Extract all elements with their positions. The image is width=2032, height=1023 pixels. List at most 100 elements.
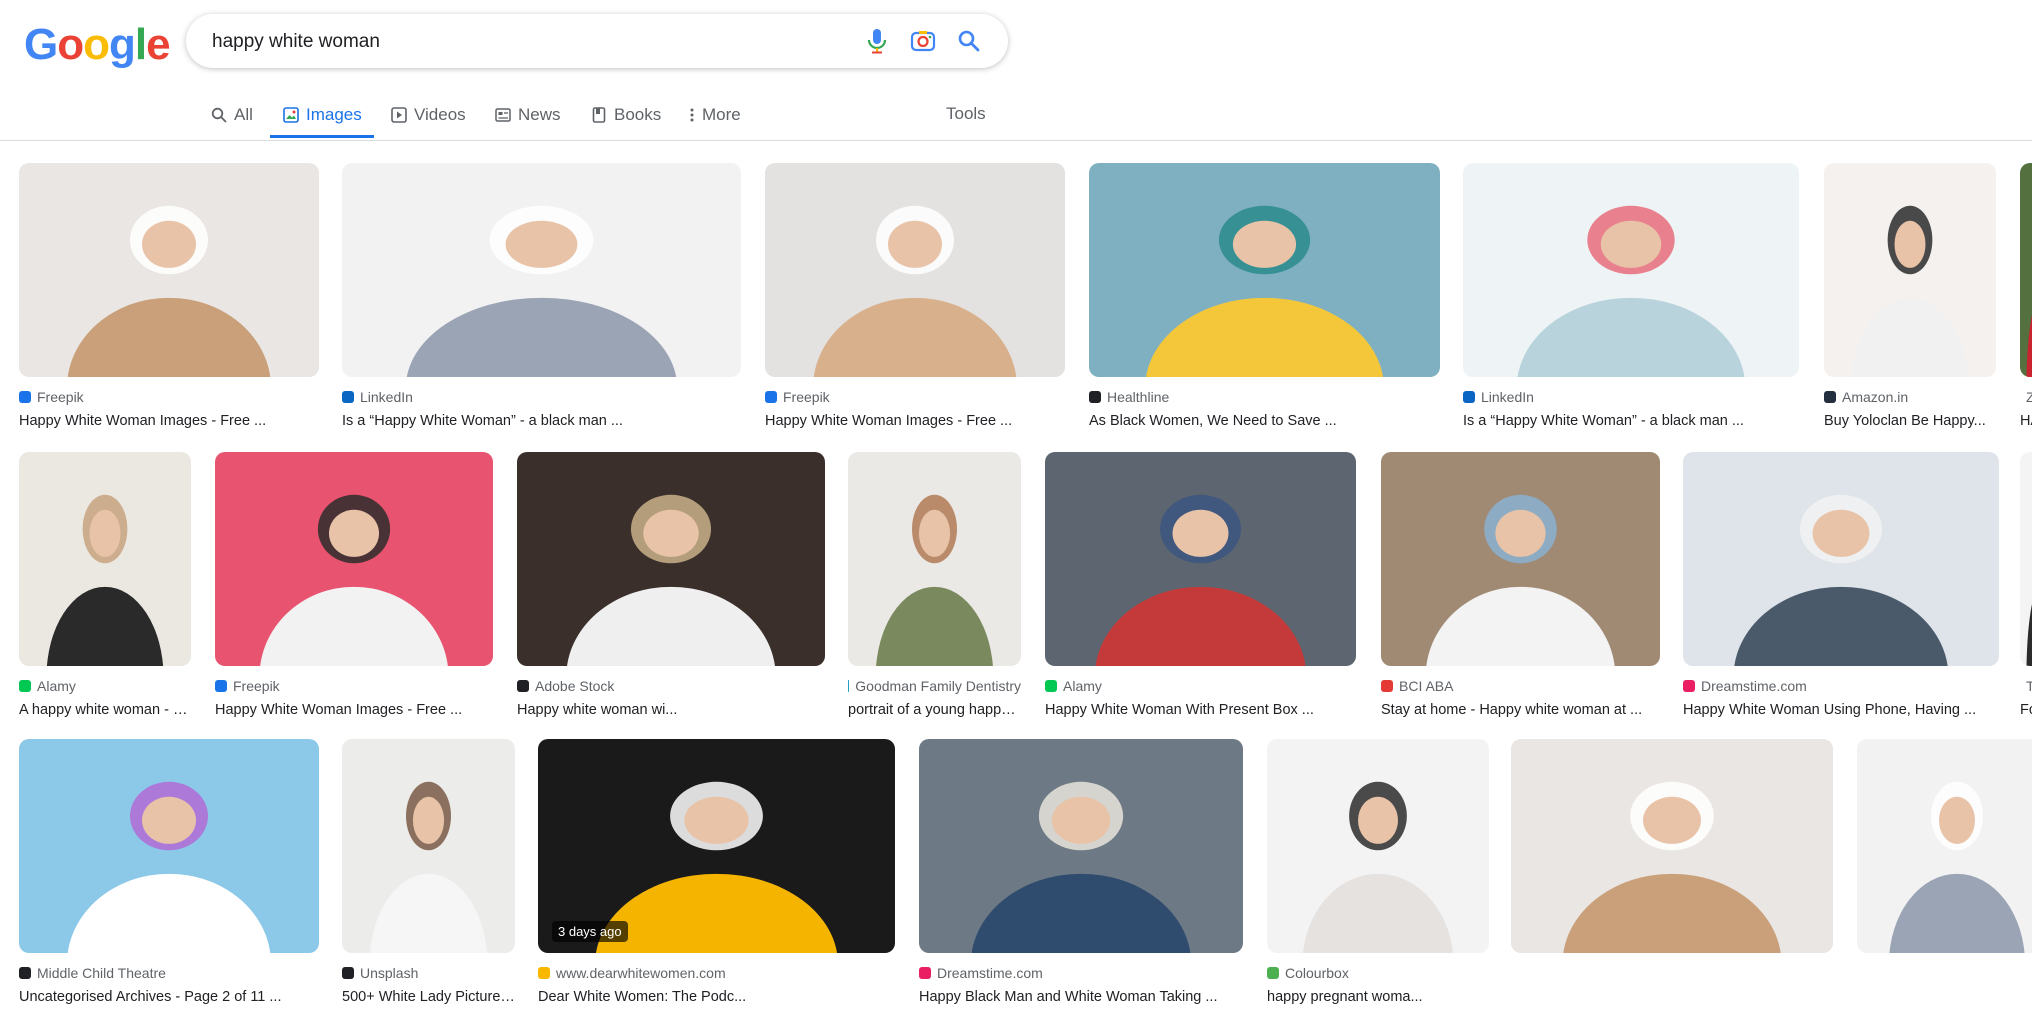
result-source[interactable]: Unsplash [342, 965, 418, 981]
image-result-card[interactable]: Colourbox happy pregnant woma... [1267, 739, 1489, 1023]
image-result-card[interactable]: Goodman Family Dentistry portrait of a yo… [848, 452, 1021, 736]
result-thumbnail[interactable] [19, 163, 319, 377]
image-result-card[interactable]: Middle Child Theatre Uncategorised Archiv… [19, 739, 319, 1023]
result-source[interactable]: Twitter [2020, 678, 2032, 694]
result-thumbnail[interactable] [19, 739, 319, 953]
result-source[interactable]: Healthline [1089, 389, 1169, 405]
result-source[interactable]: Freepik [19, 389, 84, 405]
result-source[interactable]: BCI ABA [1381, 678, 1453, 694]
result-title[interactable]: Happy White Woman Images - Free ... [19, 413, 319, 429]
result-source[interactable]: Adobe Stock [517, 678, 614, 694]
tab-videos[interactable]: Videos [390, 94, 466, 138]
tab-images[interactable]: Images [270, 94, 374, 138]
result-title[interactable]: Happy white woman wi... [517, 702, 825, 718]
image-result-card[interactable] [1511, 739, 1833, 1023]
result-title[interactable]: happy pregnant woma... [1267, 989, 1489, 1005]
result-source[interactable]: Dreamstime.com [1683, 678, 1807, 694]
tools-button[interactable]: Tools [946, 104, 986, 124]
image-result-card[interactable]: 3 days ago www.dearwhitewomen.com Dear Whi… [538, 739, 895, 1023]
result-source[interactable]: www.dearwhitewomen.com [538, 965, 726, 981]
search-input[interactable] [210, 26, 814, 58]
image-result-card[interactable]: Healthline As Black Women, We Need to Sav… [1089, 163, 1440, 447]
search-icon[interactable] [954, 26, 984, 56]
result-source[interactable]: Colourbox [1267, 965, 1349, 981]
result-source[interactable]: Freepik [765, 389, 830, 405]
image-result-card[interactable]: Dreamstime.com Happy White Woman Using Ph… [1683, 452, 1999, 736]
result-thumbnail[interactable] [1511, 739, 1833, 953]
camera-lens-icon[interactable] [908, 26, 938, 56]
result-thumbnail[interactable] [517, 452, 825, 666]
result-source[interactable]: Middle Child Theatre [19, 965, 166, 981]
image-result-card[interactable]: Unsplash 500+ White Lady Pictures | Downl… [342, 739, 515, 1023]
image-result-card[interactable]: Alamy A happy white woman - a missionary … [19, 452, 191, 736]
image-result-card[interactable]: Freepik Happy White Woman Images - Free .… [215, 452, 493, 736]
logo-letter: g [109, 20, 136, 69]
image-result-card[interactable]: Dreamstime.com Happy Black Man and White … [919, 739, 1243, 1023]
tab-books[interactable]: Books [590, 94, 661, 138]
image-result-card[interactable]: Freepik Happy White Woman Images - Free .… [765, 163, 1065, 447]
tab-news[interactable]: News [494, 94, 561, 138]
result-thumbnail[interactable] [1381, 452, 1660, 666]
result-title[interactable]: portrait of a young happy woman smiling … [848, 702, 1021, 718]
logo-letter: l [134, 20, 147, 69]
result-thumbnail[interactable] [342, 739, 515, 953]
result-title[interactable]: Uncategorised Archives - Page 2 of 11 ..… [19, 989, 319, 1005]
result-thumbnail[interactable] [1267, 739, 1489, 953]
result-thumbnail[interactable] [19, 452, 191, 666]
result-title[interactable]: Fco. J. Contreras Twitt... [2020, 702, 2032, 718]
result-source[interactable]: Alamy [19, 678, 76, 694]
google-logo[interactable]: Google [24, 20, 171, 70]
result-title[interactable]: Happy White Woman With Present Box ... [1045, 702, 1356, 718]
result-thumbnail[interactable] [1045, 452, 1356, 666]
image-result-card[interactable]: Freepik Happy White Woman Images - Free .… [19, 163, 319, 447]
result-thumbnail[interactable] [765, 163, 1065, 377]
result-thumbnail[interactable] [2020, 163, 2032, 377]
image-result-card[interactable] [1857, 739, 2032, 1023]
result-title[interactable]: As Black Women, We Need to Save ... [1089, 413, 1440, 429]
tab-all[interactable]: All [210, 94, 253, 138]
result-thumbnail[interactable] [848, 452, 1021, 666]
result-title[interactable]: Stay at home - Happy white woman at ... [1381, 702, 1660, 718]
result-source-name: BCI ABA [1399, 678, 1454, 694]
result-thumbnail[interactable] [215, 452, 493, 666]
result-source[interactable]: Amazon.in [1824, 389, 1908, 405]
result-title[interactable]: Happy Black Man and White Woman Taking .… [919, 989, 1243, 1005]
result-source[interactable]: Goodman Family Dentistry [848, 678, 1021, 694]
result-source[interactable]: Zero Ceiling [2020, 389, 2032, 405]
result-thumbnail[interactable] [1683, 452, 1999, 666]
result-title[interactable]: Is a “Happy White Woman” - a black man .… [342, 413, 741, 429]
result-thumbnail[interactable] [1089, 163, 1440, 377]
result-title[interactable]: Buy Yoloclan Be Happy... [1824, 413, 1996, 429]
image-result-card[interactable]: Twitter Fco. J. Contreras Twitt... [2020, 452, 2032, 736]
result-thumbnail[interactable] [1824, 163, 1996, 377]
result-title[interactable]: A happy white woman - a missionary ... [19, 702, 191, 718]
result-title[interactable]: 500+ White Lady Pictures | Download ... [342, 989, 515, 1005]
result-source[interactable]: LinkedIn [342, 389, 413, 405]
result-source[interactable]: LinkedIn [1463, 389, 1534, 405]
result-thumbnail[interactable] [1857, 739, 2032, 953]
site-favicon-icon [1463, 391, 1475, 403]
image-result-card[interactable]: Alamy Happy White Woman With Present Box … [1045, 452, 1356, 736]
tab-more[interactable]: More [688, 94, 741, 138]
site-favicon-icon [848, 680, 850, 692]
result-thumbnail[interactable] [1463, 163, 1799, 377]
image-result-card[interactable]: Adobe Stock Happy white woman wi... [517, 452, 825, 736]
microphone-icon[interactable] [862, 26, 892, 56]
result-source[interactable]: Alamy [1045, 678, 1102, 694]
result-source[interactable]: Dreamstime.com [919, 965, 1043, 981]
result-title[interactable]: Happy White Woman Images - Free ... [765, 413, 1065, 429]
image-result-card[interactable]: LinkedIn Is a “Happy White Woman” - a bla… [1463, 163, 1799, 447]
result-title[interactable]: Happy White Woman Using Phone, Having ..… [1683, 702, 1999, 718]
image-result-card[interactable]: BCI ABA Stay at home - Happy white woman … [1381, 452, 1660, 736]
result-source[interactable]: Freepik [215, 678, 280, 694]
image-result-card[interactable]: Amazon.in Buy Yoloclan Be Happy... [1824, 163, 1996, 447]
image-result-card[interactable]: LinkedIn Is a “Happy White Woman” - a bla… [342, 163, 741, 447]
result-title[interactable]: HAPPY HOLIDAYS FRO... [2020, 413, 2032, 429]
result-thumbnail[interactable] [2020, 452, 2032, 666]
image-result-card[interactable]: Zero Ceiling HAPPY HOLIDAYS FRO... [2020, 163, 2032, 447]
result-thumbnail[interactable] [342, 163, 741, 377]
result-thumbnail[interactable] [919, 739, 1243, 953]
result-title[interactable]: Happy White Woman Images - Free ... [215, 702, 493, 718]
result-title[interactable]: Dear White Women: The Podc... [538, 989, 895, 1005]
result-title[interactable]: Is a “Happy White Woman” - a black man .… [1463, 413, 1799, 429]
